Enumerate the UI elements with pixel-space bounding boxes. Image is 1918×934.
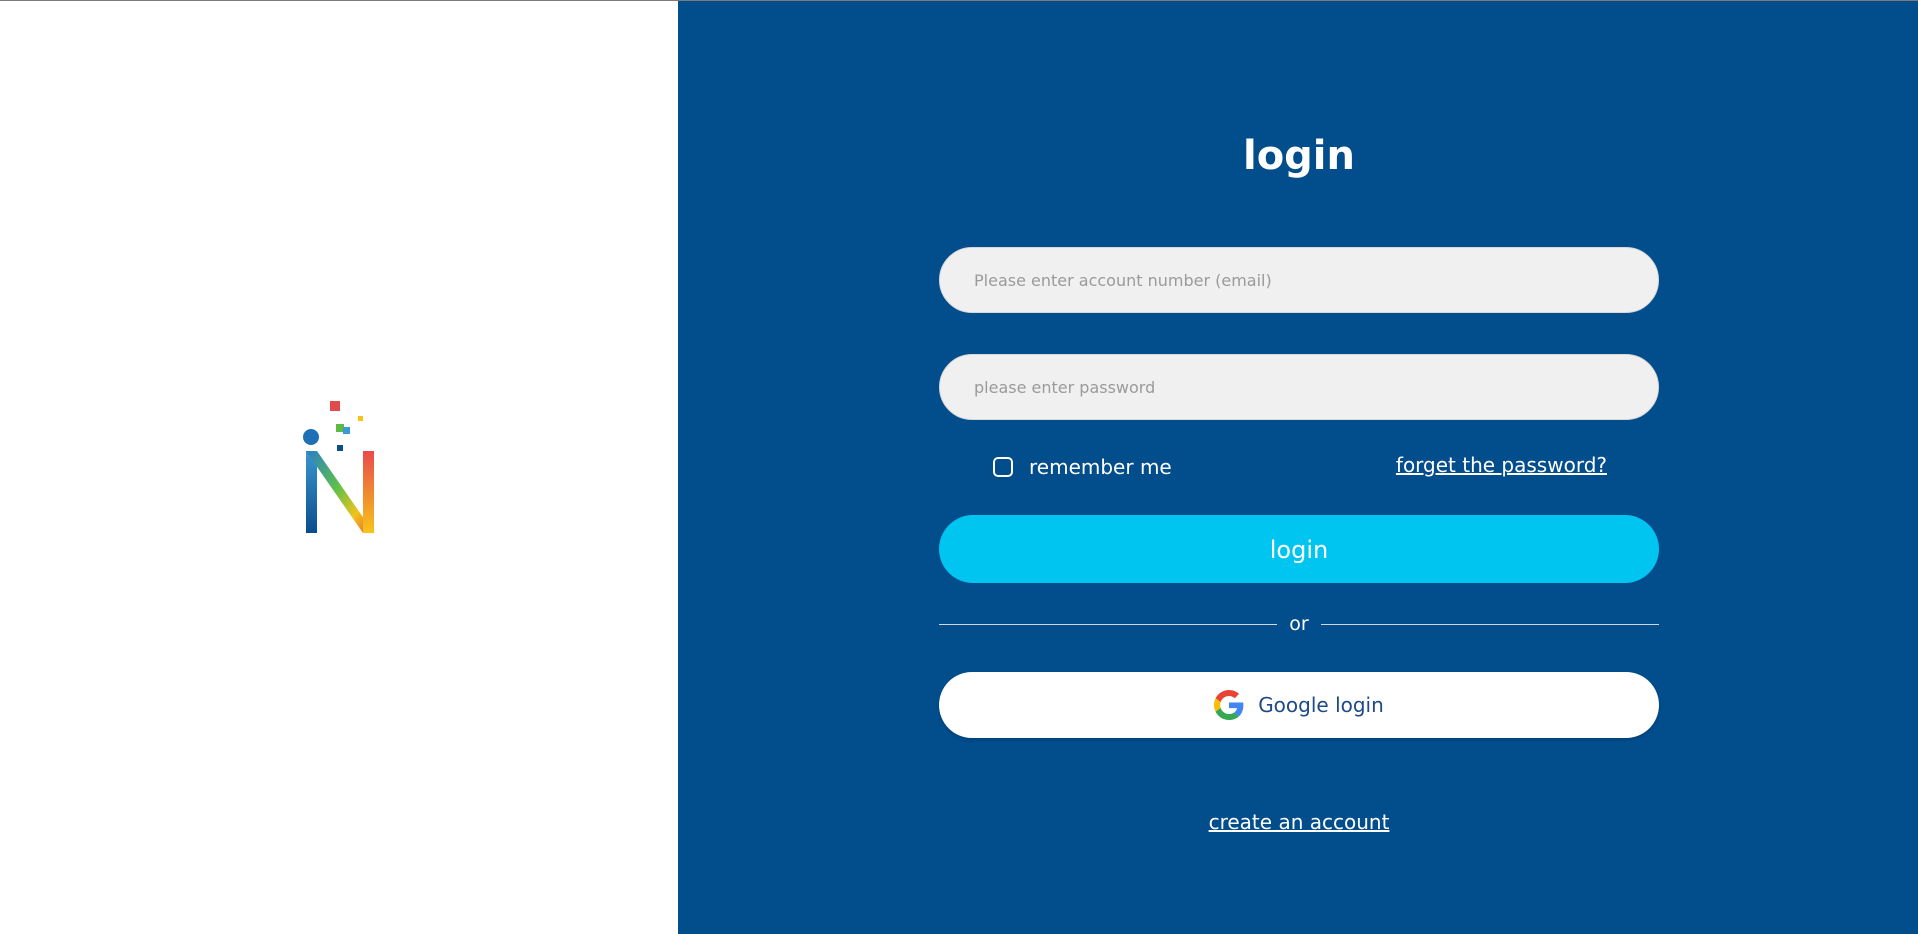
forgot-password-link[interactable]: forget the password? bbox=[1396, 453, 1607, 477]
page-title: login bbox=[1242, 133, 1355, 179]
create-account-link[interactable]: create an account bbox=[1209, 810, 1390, 834]
remember-label: remember me bbox=[1029, 455, 1172, 479]
remember-checkbox[interactable] bbox=[993, 457, 1013, 477]
remember-me[interactable]: remember me bbox=[993, 455, 1172, 479]
or-divider: or bbox=[939, 611, 1659, 637]
email-field[interactable] bbox=[939, 247, 1659, 313]
login-page: login remember me forget the password? l… bbox=[0, 0, 1918, 934]
n-logo-icon bbox=[303, 401, 374, 533]
login-panel: login remember me forget the password? l… bbox=[678, 1, 1918, 934]
divider-label: or bbox=[1289, 613, 1309, 635]
create-account-container: create an account bbox=[939, 810, 1659, 834]
login-button[interactable]: login bbox=[939, 515, 1659, 583]
password-field[interactable] bbox=[939, 354, 1659, 420]
divider-line-left bbox=[939, 623, 1278, 625]
brand-panel bbox=[0, 1, 678, 934]
google-icon bbox=[1214, 690, 1244, 720]
divider-line-right bbox=[1320, 623, 1659, 625]
google-login-label: Google login bbox=[1258, 693, 1384, 717]
google-login-button[interactable]: Google login bbox=[939, 672, 1659, 738]
